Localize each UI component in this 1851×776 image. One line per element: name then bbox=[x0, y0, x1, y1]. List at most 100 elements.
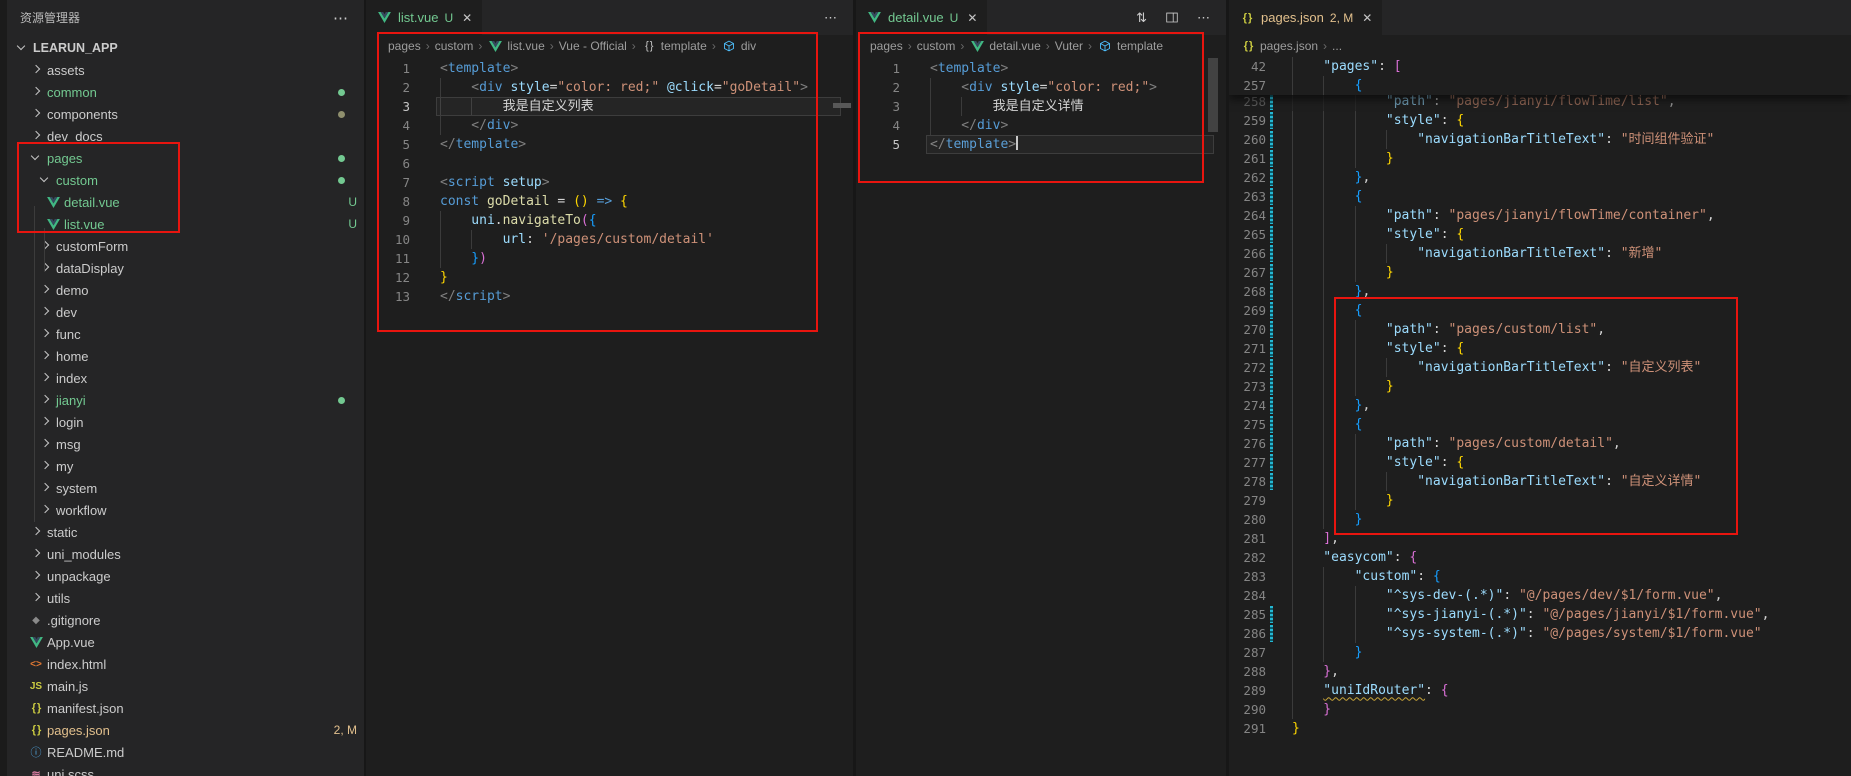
line-number[interactable]: 272 bbox=[1229, 358, 1266, 377]
code-line-8[interactable]: 8const goDetail = () => { bbox=[366, 192, 853, 211]
tree-item-index[interactable]: index bbox=[7, 367, 365, 389]
tree-item-pages[interactable]: pages bbox=[7, 147, 365, 169]
line-number[interactable]: 281 bbox=[1229, 529, 1266, 548]
code-line-1[interactable]: 1<template> bbox=[366, 59, 853, 78]
breadcrumb-item[interactable]: template bbox=[1097, 38, 1163, 54]
code-line-289[interactable]: 289"uniIdRouter": { bbox=[1229, 681, 1851, 700]
line-number[interactable]: 3 bbox=[856, 97, 900, 116]
close-icon[interactable]: ✕ bbox=[462, 11, 472, 25]
close-icon[interactable]: ✕ bbox=[967, 11, 977, 25]
code-line-4[interactable]: 4</div> bbox=[856, 116, 1226, 135]
line-number[interactable]: 5 bbox=[366, 135, 410, 154]
code-line-1[interactable]: 1<template> bbox=[856, 59, 1226, 78]
breadcrumb-item[interactable]: custom bbox=[435, 39, 474, 53]
code-line-10[interactable]: 10url: '/pages/custom/detail' bbox=[366, 230, 853, 249]
scrollbar-thumb[interactable] bbox=[1208, 58, 1218, 132]
line-number[interactable]: 283 bbox=[1229, 567, 1266, 586]
line-number[interactable]: 277 bbox=[1229, 453, 1266, 472]
code-line-7[interactable]: 7<script setup> bbox=[366, 173, 853, 192]
breadcrumb-item[interactable]: pages bbox=[870, 39, 903, 53]
tree-item-login[interactable]: login bbox=[7, 411, 365, 433]
tree-item-msg[interactable]: msg bbox=[7, 433, 365, 455]
code-line-273[interactable]: 273} bbox=[1229, 377, 1851, 396]
code-line-257[interactable]: 257{ bbox=[1229, 76, 1851, 95]
code-line-263[interactable]: 263{ bbox=[1229, 187, 1851, 206]
tree-item-assets[interactable]: assets bbox=[7, 59, 365, 81]
line-number[interactable]: 285 bbox=[1229, 605, 1266, 624]
code-line-4[interactable]: 4</div> bbox=[366, 116, 853, 135]
tree-item-main.js[interactable]: JSmain.js bbox=[7, 675, 365, 697]
tree-item-uni_modules[interactable]: uni_modules bbox=[7, 543, 365, 565]
line-number[interactable]: 42 bbox=[1229, 57, 1266, 76]
line-number[interactable]: 275 bbox=[1229, 415, 1266, 434]
tree-item-dataDisplay[interactable]: dataDisplay bbox=[7, 257, 365, 279]
code-line-5[interactable]: 5</template> bbox=[856, 135, 1226, 154]
tree-item-list.vue[interactable]: list.vueU bbox=[7, 213, 365, 235]
tree-item-static[interactable]: static bbox=[7, 521, 365, 543]
line-number[interactable]: 11 bbox=[366, 249, 410, 268]
code-line-287[interactable]: 287} bbox=[1229, 643, 1851, 662]
line-number[interactable]: 268 bbox=[1229, 282, 1266, 301]
code-line-290[interactable]: 290} bbox=[1229, 700, 1851, 719]
code-editor[interactable]: 1<template>2<div style="color: red;">3我是… bbox=[856, 57, 1226, 776]
split-icon[interactable] bbox=[1165, 11, 1179, 24]
code-line-275[interactable]: 275{ bbox=[1229, 415, 1851, 434]
code-line-11[interactable]: 11}) bbox=[366, 249, 853, 268]
breadcrumb-item[interactable]: detail.vue bbox=[969, 38, 1040, 54]
code-line-276[interactable]: 276"path": "pages/custom/detail", bbox=[1229, 434, 1851, 453]
tree-item-my[interactable]: my bbox=[7, 455, 365, 477]
tab-list-vue[interactable]: list.vueU✕ bbox=[366, 0, 482, 35]
code-line-3[interactable]: 3我是自定义详情 bbox=[856, 97, 1226, 116]
tree-item-utils[interactable]: utils bbox=[7, 587, 365, 609]
breadcrumb-item[interactable]: ... bbox=[1332, 39, 1342, 53]
tree-item-App.vue[interactable]: App.vue bbox=[7, 631, 365, 653]
code-line-286[interactable]: 286"^sys-system-(.*)": "@/pages/system/$… bbox=[1229, 624, 1851, 643]
tree-item-unpackage[interactable]: unpackage bbox=[7, 565, 365, 587]
code-line-271[interactable]: 271"style": { bbox=[1229, 339, 1851, 358]
line-number[interactable]: 262 bbox=[1229, 168, 1266, 187]
line-number[interactable]: 3 bbox=[366, 97, 410, 116]
line-number[interactable]: 279 bbox=[1229, 491, 1266, 510]
code-line-259[interactable]: 259"style": { bbox=[1229, 111, 1851, 130]
line-number[interactable]: 284 bbox=[1229, 586, 1266, 605]
line-number[interactable]: 263 bbox=[1229, 187, 1266, 206]
line-number[interactable]: 10 bbox=[366, 230, 410, 249]
code-line-266[interactable]: 266"navigationBarTitleText": "新增" bbox=[1229, 244, 1851, 263]
code-line-264[interactable]: 264"path": "pages/jianyi/flowTime/contai… bbox=[1229, 206, 1851, 225]
code-line-280[interactable]: 280} bbox=[1229, 510, 1851, 529]
code-line-262[interactable]: 262}, bbox=[1229, 168, 1851, 187]
line-number[interactable]: 257 bbox=[1229, 76, 1266, 95]
breadcrumb-item[interactable]: Vuter bbox=[1055, 39, 1083, 53]
line-number[interactable]: 266 bbox=[1229, 244, 1266, 263]
line-number[interactable]: 7 bbox=[366, 173, 410, 192]
line-number[interactable]: 269 bbox=[1229, 301, 1266, 320]
code-line-279[interactable]: 279} bbox=[1229, 491, 1851, 510]
code-line-277[interactable]: 277"style": { bbox=[1229, 453, 1851, 472]
breadcrumb-item[interactable]: pages bbox=[388, 39, 421, 53]
tree-item-customForm[interactable]: customForm bbox=[7, 235, 365, 257]
tree-item-.gitignore[interactable]: ◆.gitignore bbox=[7, 609, 365, 631]
tree-item-LEARUN_APP[interactable]: LEARUN_APP bbox=[7, 37, 365, 59]
line-number[interactable]: 261 bbox=[1229, 149, 1266, 168]
ellipsis-icon[interactable]: ⋯ bbox=[824, 10, 838, 26]
code-line-278[interactable]: 278"navigationBarTitleText": "自定义详情" bbox=[1229, 472, 1851, 491]
code-line-3[interactable]: 3我是自定义列表 bbox=[366, 97, 853, 116]
breadcrumb-item[interactable]: { }pages.json bbox=[1240, 38, 1318, 54]
line-number[interactable]: 273 bbox=[1229, 377, 1266, 396]
compare-icon[interactable]: ⇅ bbox=[1136, 10, 1147, 26]
tree-item-demo[interactable]: demo bbox=[7, 279, 365, 301]
code-line-13[interactable]: 13</script> bbox=[366, 287, 853, 306]
line-number[interactable]: 278 bbox=[1229, 472, 1266, 491]
line-number[interactable]: 5 bbox=[856, 135, 900, 154]
tree-item-workflow[interactable]: workflow bbox=[7, 499, 365, 521]
code-line-285[interactable]: 285"^sys-jianyi-(.*)": "@/pages/jianyi/$… bbox=[1229, 605, 1851, 624]
line-number[interactable]: 291 bbox=[1229, 719, 1266, 738]
line-number[interactable]: 289 bbox=[1229, 681, 1266, 700]
tree-item-components[interactable]: components bbox=[7, 103, 365, 125]
line-number[interactable]: 274 bbox=[1229, 396, 1266, 415]
tree-item-manifest.json[interactable]: { }manifest.json bbox=[7, 697, 365, 719]
line-number[interactable]: 276 bbox=[1229, 434, 1266, 453]
line-number[interactable]: 267 bbox=[1229, 263, 1266, 282]
line-number[interactable]: 13 bbox=[366, 287, 410, 306]
code-line-6[interactable]: 6 bbox=[366, 154, 853, 173]
